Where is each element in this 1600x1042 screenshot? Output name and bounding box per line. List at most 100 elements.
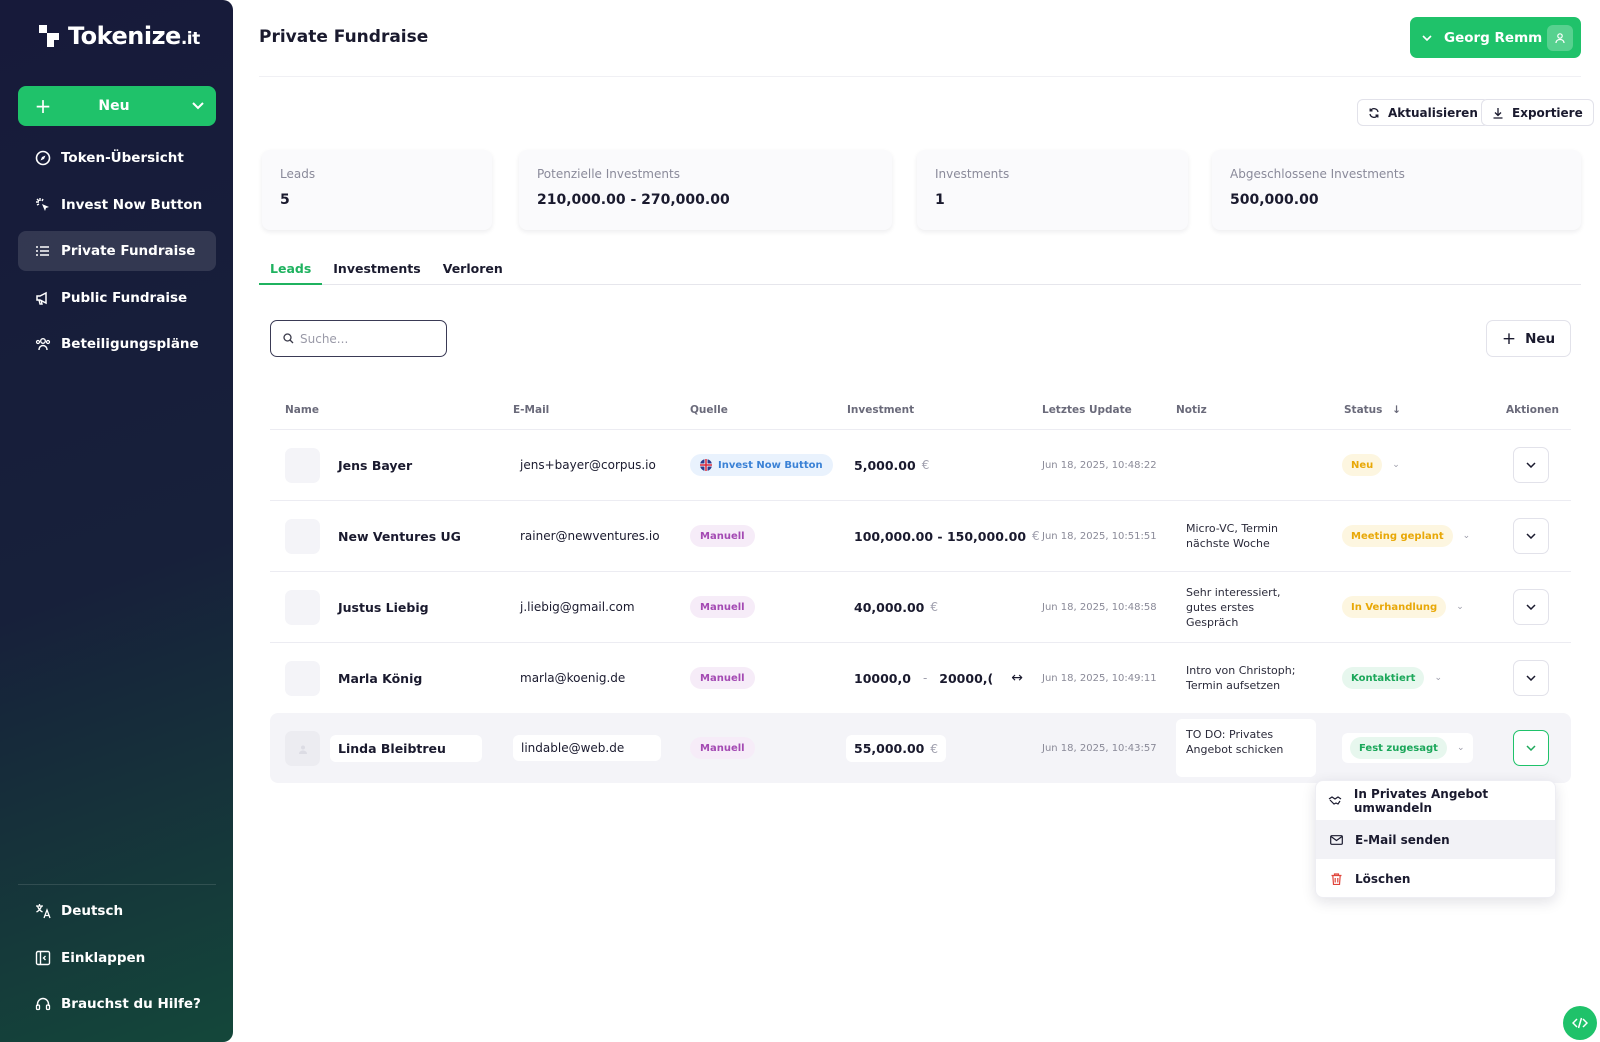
stat-label: Investments xyxy=(935,167,1010,181)
column-header-email[interactable]: E-Mail xyxy=(513,404,549,416)
sidebar-item-label: Brauchst du Hilfe? xyxy=(61,996,201,1012)
tab-verloren[interactable]: Verloren xyxy=(432,253,514,285)
column-header-last-update[interactable]: Letztes Update xyxy=(1042,404,1132,416)
menu-item-convert-private-offer[interactable]: In Privates Angebot umwandeln xyxy=(1316,781,1555,820)
chevron-down-icon xyxy=(1526,604,1536,610)
plus-icon: + xyxy=(34,94,52,118)
table-row[interactable]: Marla König marla@koenig.de Manuell 1000… xyxy=(270,643,1571,713)
column-header-status[interactable]: Status ↓ xyxy=(1344,404,1401,416)
mail-icon xyxy=(1328,834,1344,845)
avatar xyxy=(285,448,320,483)
row-actions-button[interactable] xyxy=(1513,447,1549,483)
page-title: Private Fundraise xyxy=(259,27,429,47)
lead-email[interactable]: lindable@web.de xyxy=(513,735,661,761)
lead-note[interactable]: TO DO: Privates Angebot schicken xyxy=(1176,719,1316,777)
menu-item-send-email[interactable]: E-Mail senden xyxy=(1316,820,1555,859)
menu-item-label: E-Mail senden xyxy=(1355,832,1450,847)
stat-card-potential-investments: Potenzielle Investments 210,000.00 - 270… xyxy=(519,150,892,230)
dev-tools-button[interactable] xyxy=(1563,1006,1597,1040)
sidebar: Tokenize.it + Neu Token-Übersicht Invest… xyxy=(0,0,233,1042)
lead-email: jens+bayer@corpus.io xyxy=(520,458,656,472)
table-row[interactable]: New Ventures UG rainer@newventures.io Ma… xyxy=(270,501,1571,571)
chevron-down-icon[interactable]: ⌄ xyxy=(1456,602,1464,612)
sidebar-item-help[interactable]: Brauchst du Hilfe? xyxy=(18,984,216,1024)
lead-email: marla@koenig.de xyxy=(520,671,626,685)
tab-leads[interactable]: Leads xyxy=(259,253,323,285)
sidebar-item-beteiligungsplaene[interactable]: Beteiligungspläne xyxy=(18,324,216,364)
last-update: Jun 18, 2025, 10:51:51 xyxy=(1042,530,1157,542)
user-avatar-icon xyxy=(1547,24,1573,51)
header-divider xyxy=(259,76,1581,77)
chevron-down-icon xyxy=(1526,533,1536,539)
row-actions-button[interactable] xyxy=(1513,730,1549,766)
stat-label: Potenzielle Investments xyxy=(537,167,680,181)
tab-investments[interactable]: Investments xyxy=(322,253,431,285)
sidebar-new-button[interactable]: + Neu xyxy=(18,86,216,126)
sidebar-item-label: Token-Übersicht xyxy=(61,150,184,166)
column-header-name[interactable]: Name xyxy=(285,404,319,416)
investment-from-input[interactable]: 10000,0 xyxy=(854,671,911,686)
row-actions-button[interactable] xyxy=(1513,589,1549,625)
table-row[interactable]: Jens Bayer jens+bayer@corpus.io Invest N… xyxy=(270,430,1571,500)
refresh-button[interactable]: Aktualisieren xyxy=(1357,99,1489,126)
last-update: Jun 18, 2025, 10:48:22 xyxy=(1042,459,1157,471)
sidebar-item-public-fundraise[interactable]: Public Fundraise xyxy=(18,278,216,318)
source-label: Invest Now Button xyxy=(718,459,823,471)
column-header-actions: Aktionen xyxy=(1506,404,1560,416)
chevron-down-icon xyxy=(180,99,216,113)
sidebar-item-private-fundraise[interactable]: Private Fundraise xyxy=(18,231,216,271)
logo[interactable]: Tokenize.it xyxy=(36,22,200,50)
lead-name: New Ventures UG xyxy=(338,528,461,544)
chevron-down-icon[interactable]: ⌄ xyxy=(1434,673,1442,683)
headset-icon xyxy=(34,995,52,1013)
sidebar-nav: Token-Übersicht Invest Now Button Privat… xyxy=(18,138,216,371)
stat-label: Leads xyxy=(280,167,316,181)
user-menu-button[interactable]: Georg Remm xyxy=(1410,17,1581,58)
column-header-source[interactable]: Quelle xyxy=(690,404,728,416)
chevron-down-icon[interactable]: ⌄ xyxy=(1463,531,1471,541)
table-row[interactable]: Justus Liebig j.liebig@gmail.com Manuell… xyxy=(270,572,1571,642)
export-button[interactable]: Exportiere xyxy=(1481,99,1594,126)
investment-pill[interactable]: 55,000.00 € xyxy=(846,734,947,762)
menu-item-label: In Privates Angebot umwandeln xyxy=(1353,786,1489,815)
row-actions-button[interactable] xyxy=(1513,518,1549,554)
menu-item-label: Löschen xyxy=(1355,871,1411,886)
column-header-note[interactable]: Notiz xyxy=(1176,404,1207,416)
status-badge[interactable]: Meeting geplant xyxy=(1342,525,1453,547)
table-row[interactable]: Linda Bleibtreu lindable@web.de Manuell … xyxy=(270,713,1571,783)
currency-symbol: € xyxy=(930,741,939,756)
flag-uk-icon xyxy=(700,459,712,471)
currency-symbol: € xyxy=(930,600,939,614)
source-badge: Manuell xyxy=(690,667,755,689)
chevron-down-icon[interactable]: ⌄ xyxy=(1392,460,1400,470)
translate-icon xyxy=(34,902,52,920)
lead-name[interactable]: Linda Bleibtreu xyxy=(330,734,482,762)
add-lead-label: Neu xyxy=(1525,330,1556,347)
stat-label: Abgeschlossene Investments xyxy=(1230,167,1405,181)
add-lead-button[interactable]: + Neu xyxy=(1486,320,1571,357)
swap-arrows-icon[interactable]: ↔ xyxy=(1011,670,1023,686)
status-badge[interactable]: Neu xyxy=(1342,454,1383,476)
lead-name: Jens Bayer xyxy=(338,457,413,473)
range-separator: - xyxy=(922,671,928,685)
sidebar-bottom-nav: Deutsch Einklappen Brauchst du Hilfe? xyxy=(18,884,216,1031)
sidebar-item-language[interactable]: Deutsch xyxy=(18,891,216,931)
status-badge[interactable]: Kontaktiert xyxy=(1342,667,1425,689)
search-input[interactable]: Suche... xyxy=(270,320,447,357)
currency-symbol: € xyxy=(921,458,930,472)
chevron-down-icon xyxy=(1526,745,1536,751)
stat-card-leads: Leads 5 xyxy=(262,150,492,230)
sidebar-item-label: Public Fundraise xyxy=(61,289,188,306)
avatar xyxy=(285,590,320,625)
status-badge[interactable]: In Verhandlung xyxy=(1342,596,1447,618)
status-select[interactable]: Fest zugesagt ⌄ xyxy=(1342,733,1473,763)
row-actions-button[interactable] xyxy=(1513,660,1549,696)
investment-to-input[interactable]: 20000,( xyxy=(939,671,993,686)
column-header-investment[interactable]: Investment xyxy=(847,404,914,416)
sidebar-item-collapse[interactable]: Einklappen xyxy=(18,938,216,978)
sidebar-item-invest-now-button[interactable]: Invest Now Button xyxy=(18,185,216,225)
sidebar-new-label: Neu xyxy=(98,98,130,114)
last-update: Jun 18, 2025, 10:48:58 xyxy=(1042,601,1157,613)
sidebar-item-token-overview[interactable]: Token-Übersicht xyxy=(18,138,216,178)
menu-item-delete[interactable]: Löschen xyxy=(1316,859,1555,897)
